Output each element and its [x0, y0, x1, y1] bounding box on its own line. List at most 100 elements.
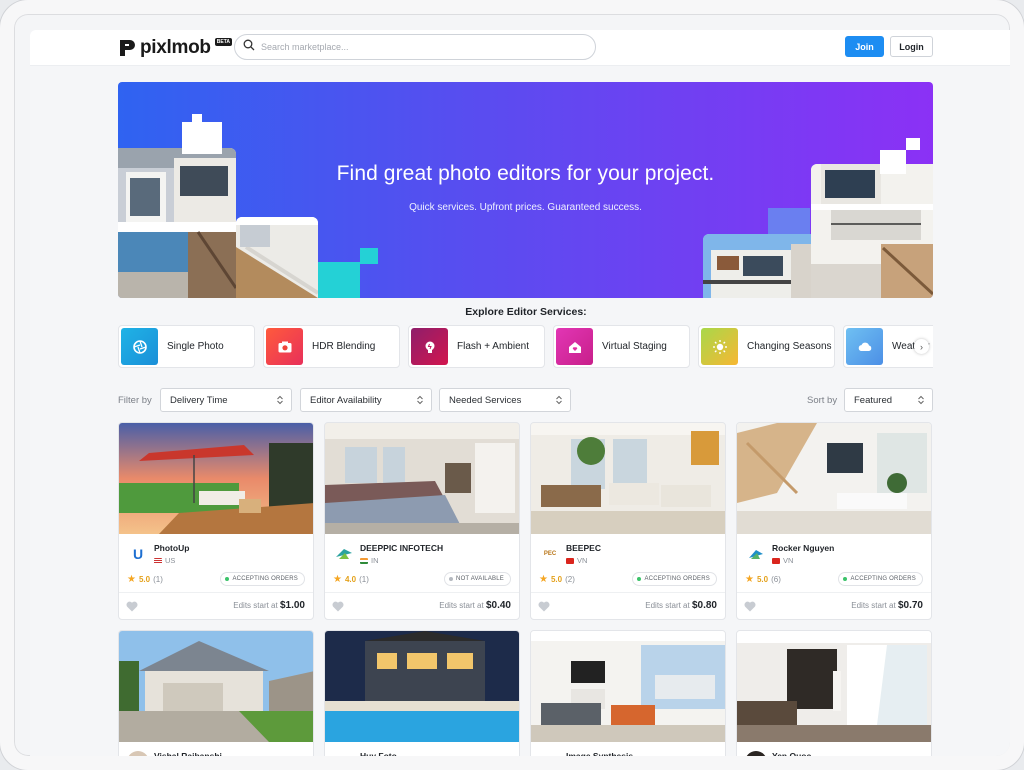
editor-avatar [333, 751, 355, 756]
beta-badge: BETA [214, 38, 232, 46]
editor-country: IN [154, 764, 173, 768]
chevron-updown-icon [417, 395, 423, 405]
heart-icon[interactable] [332, 601, 344, 612]
editor-card[interactable]: U PhotoUp US ★ 5.0 (1) ACCEPTING ORDERS Ed… [118, 422, 314, 620]
filter-by-label: Filter by [118, 395, 152, 406]
heart-icon[interactable] [538, 601, 550, 612]
editor-country: VN [360, 764, 381, 768]
service-label: Single Photo [167, 341, 224, 352]
editor-country: IN [360, 556, 379, 565]
star-icon: ★ [333, 574, 342, 585]
editor-name[interactable]: Rocker Nguyen [772, 543, 834, 553]
editor-rating: ★ 5.0 (1) [127, 574, 163, 585]
service-flash-ambient[interactable]: Flash + Ambient [408, 325, 545, 368]
status-badge: ACCEPTING ORDERS [838, 572, 923, 586]
service-hdr-blending[interactable]: HDR Blending [263, 325, 400, 368]
editor-name[interactable]: BEEPEC [566, 543, 601, 553]
editor-avatar [127, 751, 149, 756]
vn-flag-icon [566, 557, 574, 564]
editor-country: IN [566, 764, 585, 768]
sort-by-label: Sort by [807, 395, 838, 406]
carousel-next-icon[interactable]: › [914, 339, 929, 354]
star-icon: ★ [745, 574, 754, 585]
hero-decor-square [318, 262, 360, 298]
camera-aperture-icon [121, 328, 158, 365]
heart-icon[interactable] [126, 601, 138, 612]
editor-avatar [539, 751, 561, 756]
editor-card[interactable]: Huy Foto VN [324, 630, 520, 768]
editor-card[interactable]: DEEPPIC INFOTECH IN ★ 4.0 (1) NOT AVAILABL… [324, 422, 520, 620]
service-virtual-staging[interactable]: Virtual Staging [553, 325, 690, 368]
hero-decor-square [192, 114, 202, 124]
hero-title: Find great photo editors for your projec… [336, 162, 715, 185]
editor-name[interactable]: Huy Foto [360, 751, 397, 756]
search-bar[interactable] [234, 34, 596, 60]
service-label: Virtual Staging [602, 341, 667, 352]
heart-icon[interactable] [744, 601, 756, 612]
us-flag-icon [154, 557, 162, 564]
editor-portfolio-image [325, 423, 519, 534]
in-flag-icon [566, 766, 574, 769]
editor-name[interactable]: DEEPPIC INFOTECH [360, 543, 443, 553]
editor-name[interactable]: Vishal Rajbanshi [154, 751, 222, 756]
in-flag-icon [154, 766, 162, 769]
chevron-updown-icon [918, 395, 924, 405]
cloud-icon [846, 328, 883, 365]
editor-name[interactable]: PhotoUp [154, 543, 189, 553]
logo-text: pixlmob [140, 37, 211, 58]
editor-rating: ★ 4.0 (1) [333, 574, 369, 585]
editor-portfolio-image [531, 423, 725, 534]
browser-viewport: pixlmob BETA Join Login [30, 30, 1010, 769]
editor-card[interactable]: PEC BEEPEC VN ★ 5.0 (2) ACCEPTING ORDERS E… [530, 422, 726, 620]
service-changing-seasons[interactable]: Changing Seasons [698, 325, 835, 368]
hero-decor-square [182, 122, 222, 154]
vn-flag-icon [360, 766, 368, 769]
editor-price: Edits start at $0.40 [439, 600, 511, 611]
editor-name[interactable]: Image Synthesis [566, 751, 633, 756]
services-carousel: Single Photo HDR Blending Flash + Ambien… [118, 325, 933, 368]
search-input[interactable] [261, 42, 571, 52]
editor-card[interactable]: Image Synthesis IN [530, 630, 726, 768]
editor-portfolio-image [325, 631, 519, 742]
editor-portfolio-image [737, 631, 931, 742]
home-heart-icon [556, 328, 593, 365]
logo[interactable]: pixlmob BETA [118, 36, 232, 60]
search-icon [243, 38, 255, 56]
star-icon: ★ [539, 574, 548, 585]
vn-flag-icon [772, 557, 780, 564]
editor-avatar: U [127, 543, 149, 565]
card-divider [531, 592, 725, 593]
status-badge: ACCEPTING ORDERS [632, 572, 717, 586]
lightbulb-icon [411, 328, 448, 365]
editor-card[interactable]: Rocker Nguyen VN ★ 5.0 (6) ACCEPTING ORDER… [736, 422, 932, 620]
select-value: Needed Services [449, 394, 522, 406]
hero-house-photo-left-2 [236, 217, 318, 298]
status-badge: ACCEPTING ORDERS [220, 572, 305, 586]
card-divider [737, 592, 931, 593]
hero-decor-square [360, 248, 378, 264]
service-label: HDR Blending [312, 341, 376, 352]
editor-name[interactable]: Yen Quoc [772, 751, 811, 756]
editor-card[interactable]: Vishal Rajbanshi IN [118, 630, 314, 768]
service-label: Changing Seasons [747, 341, 832, 352]
login-button[interactable]: Login [890, 36, 933, 57]
top-navigation: pixlmob BETA Join Login [30, 30, 1010, 66]
chevron-updown-icon [277, 395, 283, 405]
card-divider [325, 592, 519, 593]
service-single-photo[interactable]: Single Photo [118, 325, 255, 368]
join-button[interactable]: Join [845, 36, 884, 57]
sort-select[interactable]: Featured [844, 388, 933, 412]
editor-avatar [333, 543, 355, 565]
editor-portfolio-image [531, 631, 725, 742]
editor-card[interactable]: Yen Quoc VN [736, 630, 932, 769]
select-value: Featured [854, 394, 893, 406]
editor-availability-select[interactable]: Editor Availability [300, 388, 432, 412]
logo-mark-icon [118, 38, 136, 58]
explore-services-title: Explore Editor Services: [465, 306, 587, 318]
delivery-time-select[interactable]: Delivery Time [160, 388, 292, 412]
in-flag-icon [360, 557, 368, 564]
needed-services-select[interactable]: Needed Services [439, 388, 571, 412]
vn-flag-icon [772, 766, 780, 769]
editor-portfolio-image [737, 423, 931, 534]
camera-icon [266, 328, 303, 365]
